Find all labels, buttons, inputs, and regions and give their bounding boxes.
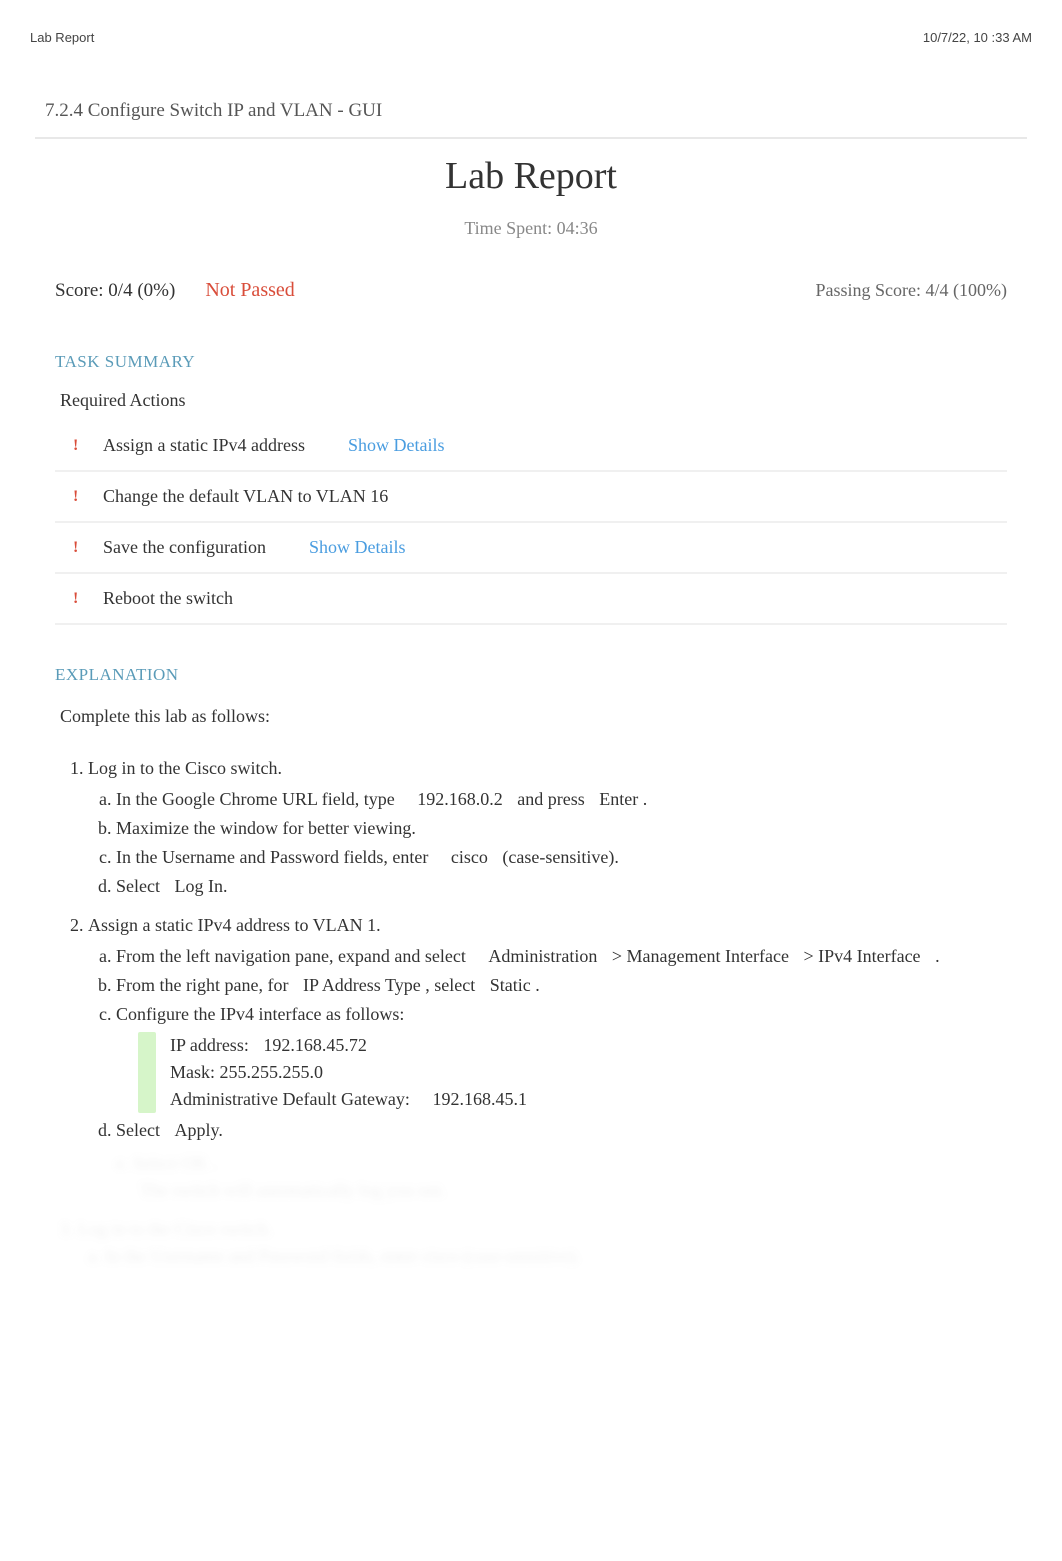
config-mask: Mask: 255.255.255.0 (170, 1059, 1002, 1086)
breadcrumb: 7.2.4 Configure Switch IP and VLAN - GUI (35, 85, 1027, 139)
text: Configure the IPv4 interface as follows: (116, 1004, 404, 1024)
text: . (535, 975, 540, 995)
text: (case-sensitive). (502, 847, 618, 867)
text: . (643, 789, 648, 809)
config-label: IP address: (170, 1035, 249, 1055)
text: Select (116, 876, 160, 896)
field-name: IP Address Type (303, 975, 421, 995)
action-text: Change the default VLAN to VLAN 16 (103, 486, 388, 507)
action-item: ! Reboot the switch (55, 574, 1007, 625)
score-row: Score: 0/4 (0%) Not Passed Passing Score… (35, 279, 1027, 302)
required-actions-label: Required Actions (35, 390, 1027, 411)
explanation-header: EXPLANATION (35, 665, 1027, 685)
text: From the left navigation pane, expand an… (116, 946, 466, 966)
faded-line: a. In the Username and Password fields, … (60, 1243, 1002, 1270)
key-name: Enter (599, 789, 638, 809)
explanation-intro: Complete this lab as follows: (60, 703, 1002, 730)
task-summary-header: TASK SUMMARY (35, 352, 1027, 372)
faded-preview: e. Select OK . The switch will automatic… (88, 1150, 1002, 1204)
ip-value: 192.168.0.2 (417, 789, 503, 809)
credential-value: cisco (451, 847, 488, 867)
text: . (935, 946, 940, 966)
field-value: Static (490, 975, 531, 995)
page-header-bar: Lab Report 10/7/22, 10 :33 AM (0, 0, 1062, 55)
step-1b: Maximize the window for better viewing. (116, 815, 1002, 842)
step-2-substeps: From the left navigation pane, expand an… (88, 943, 1002, 1144)
config-label: Administrative Default Gateway: (170, 1089, 410, 1109)
config-value: 192.168.45.72 (263, 1035, 367, 1055)
step-2: Assign a static IPv4 address to VLAN 1. … (88, 912, 1002, 1204)
step-2b: From the right pane, for IP Address Type… (116, 972, 1002, 999)
faded-line: 3. Log in to the Cisco switch. (60, 1216, 1002, 1243)
text: In the Google Chrome URL field, type (116, 789, 395, 809)
step-1-title: Log in to the Cisco switch. (88, 758, 282, 778)
text: From the right pane, for (116, 975, 288, 995)
step-2-title: Assign a static IPv4 address to VLAN 1. (88, 915, 381, 935)
action-item: ! Assign a static IPv4 address Show Deta… (55, 421, 1007, 472)
text: Select (116, 1120, 160, 1140)
config-gateway: Administrative Default Gateway: 192.168.… (170, 1086, 1002, 1113)
faded-line: e. Select OK . (88, 1150, 1002, 1177)
button-name: Log In (174, 876, 223, 896)
action-text: Reboot the switch (103, 588, 233, 609)
action-text: Assign a static IPv4 address (103, 435, 305, 456)
faded-line: The switch will automatically log you ou… (88, 1177, 1002, 1204)
passing-score: Passing Score: 4/4 (100%) (816, 280, 1007, 301)
steps-list: Log in to the Cisco switch. In the Googl… (60, 755, 1002, 1204)
text: . (223, 876, 228, 896)
header-right-timestamp: 10/7/22, 10 :33 AM (923, 30, 1032, 45)
faded-preview-bottom: 3. Log in to the Cisco switch. a. In the… (60, 1216, 1002, 1270)
nav-path: > Management Interface (612, 946, 789, 966)
highlight-bar (138, 1032, 156, 1113)
action-list: ! Assign a static IPv4 address Show Deta… (35, 421, 1027, 625)
exclamation-icon: ! (73, 590, 85, 608)
step-1-substeps: In the Google Chrome URL field, type 192… (88, 786, 1002, 900)
text: In the Username and Password fields, ent… (116, 847, 428, 867)
step-2c: Configure the IPv4 interface as follows:… (116, 1001, 1002, 1113)
config-label: Mask: (170, 1062, 215, 1082)
action-item: ! Save the configuration Show Details (55, 523, 1007, 574)
config-value: 255.255.255.0 (220, 1062, 324, 1082)
header-left: Lab Report (30, 30, 94, 45)
score-left: Score: 0/4 (0%) Not Passed (55, 279, 295, 302)
step-1: Log in to the Cisco switch. In the Googl… (88, 755, 1002, 900)
button-name: Apply (174, 1120, 218, 1140)
nav-path: Administration (488, 946, 597, 966)
action-text: Save the configuration (103, 537, 266, 558)
step-1c: In the Username and Password fields, ent… (116, 844, 1002, 871)
explanation-body: Complete this lab as follows: Log in to … (35, 703, 1027, 1270)
exclamation-icon: ! (73, 539, 85, 557)
exclamation-icon: ! (73, 488, 85, 506)
step-1d: Select Log In. (116, 873, 1002, 900)
status-badge: Not Passed (205, 279, 294, 302)
exclamation-icon: ! (73, 437, 85, 455)
step-2a: From the left navigation pane, expand an… (116, 943, 1002, 970)
config-ip: IP address: 192.168.45.72 (170, 1032, 1002, 1059)
text: and press (517, 789, 584, 809)
nav-path: > IPv4 Interface (803, 946, 920, 966)
action-item: ! Change the default VLAN to VLAN 16 (55, 472, 1007, 523)
config-value: 192.168.45.1 (432, 1089, 527, 1109)
step-2d: Select Apply. (116, 1117, 1002, 1144)
step-1a: In the Google Chrome URL field, type 192… (116, 786, 1002, 813)
score-label: Score: 0/4 (0%) (55, 280, 175, 302)
config-block: IP address: 192.168.45.72 Mask: 255.255.… (116, 1032, 1002, 1113)
content-wrapper: 7.2.4 Configure Switch IP and VLAN - GUI… (0, 55, 1062, 1300)
text: , select (425, 975, 475, 995)
text: . (218, 1120, 223, 1140)
show-details-link[interactable]: Show Details (309, 537, 406, 558)
page-title: Lab Report (35, 154, 1027, 198)
show-details-link[interactable]: Show Details (348, 435, 445, 456)
time-spent: Time Spent: 04:36 (35, 218, 1027, 239)
